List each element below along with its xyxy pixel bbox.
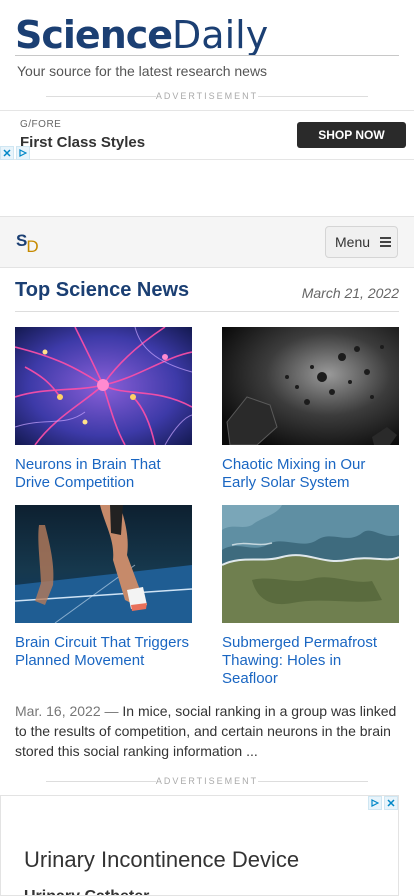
shop-now-button[interactable]: SHOP NOW: [297, 122, 406, 148]
close-icon[interactable]: [384, 796, 398, 810]
neurons-thumbnail[interactable]: [15, 327, 192, 445]
adchoices-icon[interactable]: [368, 796, 382, 810]
ad-subline: Urinary Catheter: [24, 888, 149, 895]
site-tagline: Your source for the latest research news: [17, 63, 268, 79]
story-title[interactable]: Chaotic Mixing in Our Early Solar System: [222, 456, 399, 492]
ad-label-top: ADVERTISEMENT: [0, 91, 414, 101]
arctic-thumbnail[interactable]: [222, 505, 399, 623]
adchoices-icon[interactable]: [16, 146, 30, 160]
story-card-solar-system[interactable]: Chaotic Mixing in Our Early Solar System: [222, 327, 399, 492]
ad-headline[interactable]: Urinary Incontinence Device: [24, 847, 299, 873]
ad-label-bottom: ADVERTISEMENT: [0, 776, 414, 786]
sd-logo-d: D: [26, 237, 39, 256]
summary-separator: —: [104, 703, 119, 719]
top-banner-ad[interactable]: G/FORE First Class Styles SHOP NOW: [0, 110, 414, 160]
menu-button[interactable]: Menu: [325, 226, 398, 258]
section-title[interactable]: Top Science News: [15, 279, 189, 302]
story-title[interactable]: Brain Circuit That Triggers Planned Move…: [15, 634, 192, 670]
nav-bar: SD Menu: [0, 216, 414, 268]
story-card-brain-circuit[interactable]: Brain Circuit That Triggers Planned Move…: [15, 505, 192, 670]
sd-home-logo[interactable]: SD: [16, 231, 39, 256]
hamburger-icon: [380, 237, 392, 247]
logo-divider: [15, 55, 399, 56]
top-news-header: Top Science News March 21, 2022: [15, 278, 399, 312]
logo-science: Science: [15, 13, 173, 57]
logo-daily: Daily: [172, 13, 269, 57]
story-card-neurons[interactable]: Neurons in Brain That Drive Competition: [15, 327, 192, 492]
story-card-permafrost[interactable]: Submerged Permafrost Thawing: Holes in S…: [222, 505, 399, 688]
sprinter-thumbnail[interactable]: [15, 505, 192, 623]
asteroid-thumbnail[interactable]: [222, 327, 399, 445]
section-date: March 21, 2022: [301, 285, 399, 301]
summary-date: Mar. 16, 2022: [15, 703, 101, 719]
ad-headline: First Class Styles: [20, 134, 146, 151]
story-summary: Mar. 16, 2022 — In mice, social ranking …: [15, 701, 399, 761]
story-title[interactable]: Neurons in Brain That Drive Competition: [15, 456, 192, 492]
story-title[interactable]: Submerged Permafrost Thawing: Holes in S…: [222, 634, 399, 688]
menu-label: Menu: [335, 234, 371, 250]
bottom-banner-ad[interactable]: Urinary Incontinence Device Urinary Cath…: [0, 795, 399, 896]
ad-brand: G/FORE: [20, 119, 62, 130]
site-logo[interactable]: ScienceDaily: [15, 14, 399, 56]
close-icon[interactable]: [0, 146, 14, 160]
